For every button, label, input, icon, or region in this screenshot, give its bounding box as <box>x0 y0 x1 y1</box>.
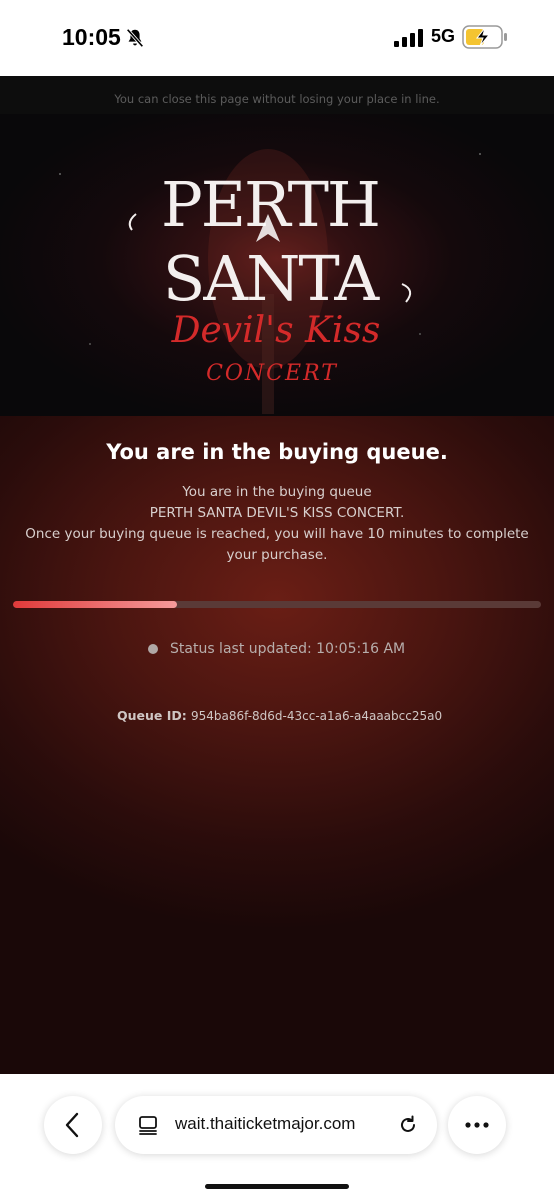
queue-id-label: Queue ID: <box>117 708 187 723</box>
logo-line3: Devil's Kiss <box>171 310 381 351</box>
queue-id-value: 954ba86f-8d6d-43cc-a1a6-a4aaabcc25a0 <box>191 709 443 723</box>
browser-toolbar: wait.thaiticketmajor.com <box>0 1074 554 1200</box>
home-indicator <box>205 1184 349 1189</box>
reload-icon[interactable] <box>397 1114 419 1136</box>
back-button[interactable] <box>44 1096 102 1154</box>
queue-message-line3: Once your buying queue is reached, you w… <box>25 526 529 542</box>
status-dot <box>148 644 158 654</box>
concert-logo: PERTH SANTA Devil's Kiss CONCERT <box>59 149 481 414</box>
logo-line4: CONCERT <box>206 361 338 386</box>
signal-icon <box>394 29 423 47</box>
queue-progress-bar <box>13 601 541 608</box>
bell-slash-icon <box>126 28 144 48</box>
url-text[interactable]: wait.thaiticketmajor.com <box>175 1114 355 1134</box>
back-icon <box>65 1112 79 1138</box>
status-bar: 10:05 5G <box>0 0 554 76</box>
more-icon <box>465 1122 489 1128</box>
queue-message-line2: PERTH SANTA DEVIL'S KISS CONCERT. <box>149 505 405 521</box>
status-time: 10:05 <box>62 24 121 50</box>
status-last-updated: Status last updated: 10:05:16 AM <box>170 641 406 657</box>
queue-message-line4: your purchase. <box>226 547 328 563</box>
queue-panel: You are in the buying queue. You are in … <box>0 416 554 1074</box>
close-page-notice: You can close this page without losing y… <box>0 76 554 114</box>
more-button[interactable] <box>448 1096 506 1154</box>
address-bar[interactable]: wait.thaiticketmajor.com <box>115 1096 437 1154</box>
queue-page: You can close this page without losing y… <box>0 76 554 1074</box>
queue-title: You are in the buying queue. <box>106 440 448 464</box>
logo-line2: SANTA <box>163 242 380 315</box>
queue-message-line1: You are in the buying queue <box>182 484 372 500</box>
tabs-icon[interactable] <box>137 1114 159 1136</box>
network-type: 5G <box>431 26 456 46</box>
queue-progress-fill <box>13 601 177 608</box>
concert-banner: PERTH SANTA Devil's Kiss CONCERT <box>0 114 554 416</box>
battery-charging-icon <box>462 25 507 49</box>
